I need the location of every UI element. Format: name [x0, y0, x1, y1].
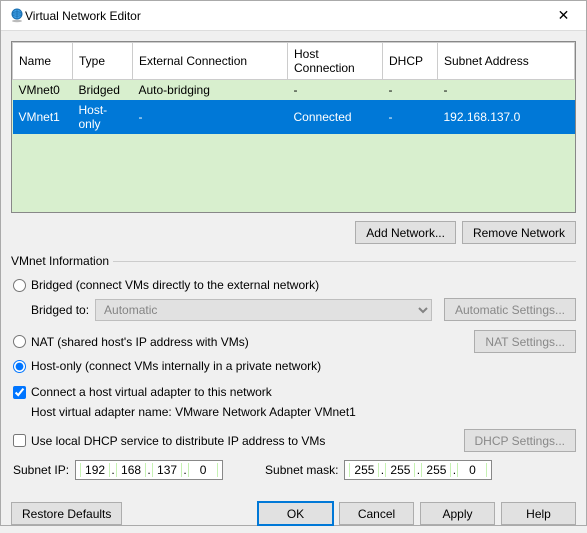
nat-radio[interactable] — [13, 335, 26, 348]
window-title: Virtual Network Editor — [25, 9, 541, 23]
adapter-name-value: VMware Network Adapter VMnet1 — [175, 405, 356, 419]
cell-type: Host-only — [73, 100, 133, 134]
automatic-settings-button: Automatic Settings... — [444, 298, 576, 321]
add-network-button[interactable]: Add Network... — [355, 221, 456, 244]
hostonly-radio-text: Host-only (connect VMs internally in a p… — [31, 359, 321, 373]
table-row[interactable]: VMnet0 Bridged Auto-bridging - - - — [13, 80, 575, 101]
col-name[interactable]: Name — [13, 43, 73, 80]
bridged-radio[interactable] — [13, 279, 26, 292]
restore-defaults-button[interactable]: Restore Defaults — [11, 502, 122, 525]
network-table[interactable]: Name Type External Connection Host Conne… — [11, 41, 576, 213]
dialog-button-bar: Restore Defaults OK Cancel Apply Help — [1, 494, 586, 533]
hostonly-radio[interactable] — [13, 360, 26, 373]
adapter-name-line: Host virtual adapter name: VMware Networ… — [31, 405, 576, 419]
subnet-mask-label: Subnet mask: — [265, 463, 338, 477]
col-dhcp[interactable]: DHCP — [383, 43, 438, 80]
vmnet-info-group: VMnet Information Bridged (connect VMs d… — [11, 254, 576, 486]
subnet-mask-octet-4[interactable] — [458, 463, 486, 477]
cell-subnet: 192.168.137.0 — [438, 100, 575, 134]
help-button[interactable]: Help — [501, 502, 576, 525]
close-icon: ✕ — [558, 7, 570, 24]
hostonly-radio-label[interactable]: Host-only (connect VMs internally in a p… — [13, 359, 321, 373]
titlebar: Virtual Network Editor ✕ — [1, 1, 586, 31]
adapter-name-prefix: Host virtual adapter name: — [31, 405, 175, 419]
col-type[interactable]: Type — [73, 43, 133, 80]
dhcp-settings-button: DHCP Settings... — [464, 429, 576, 452]
cancel-button[interactable]: Cancel — [339, 502, 414, 525]
apply-button[interactable]: Apply — [420, 502, 495, 525]
subnet-ip-octet-2[interactable] — [117, 463, 145, 477]
subnet-mask-octet-1[interactable] — [350, 463, 378, 477]
use-dhcp-checkbox-label[interactable]: Use local DHCP service to distribute IP … — [13, 434, 325, 448]
cell-dhcp: - — [383, 80, 438, 101]
connect-adapter-checkbox[interactable] — [13, 386, 26, 399]
connect-adapter-text: Connect a host virtual adapter to this n… — [31, 385, 272, 399]
cell-ext: - — [133, 100, 288, 134]
subnet-ip-octet-1[interactable] — [81, 463, 109, 477]
nat-radio-text: NAT (shared host's IP address with VMs) — [31, 335, 249, 349]
bridged-to-select: Automatic — [95, 299, 432, 321]
subnet-ip-label: Subnet IP: — [13, 463, 69, 477]
subnet-ip-input[interactable]: . . . — [75, 460, 223, 480]
vmnet-info-legend: VMnet Information — [11, 254, 113, 268]
nat-radio-label[interactable]: NAT (shared host's IP address with VMs) — [13, 335, 249, 349]
subnet-ip-octet-3[interactable] — [153, 463, 181, 477]
cell-name: VMnet0 — [13, 80, 73, 101]
table-row[interactable]: VMnet1 Host-only - Connected - 192.168.1… — [13, 100, 575, 134]
subnet-ip-octet-4[interactable] — [189, 463, 217, 477]
cell-host: Connected — [288, 100, 383, 134]
subnet-mask-input[interactable]: . . . — [344, 460, 492, 480]
use-dhcp-checkbox[interactable] — [13, 434, 26, 447]
connect-adapter-checkbox-label[interactable]: Connect a host virtual adapter to this n… — [13, 385, 272, 399]
remove-network-button[interactable]: Remove Network — [462, 221, 576, 244]
subnet-mask-octet-3[interactable] — [422, 463, 450, 477]
ok-button[interactable]: OK — [258, 502, 333, 525]
app-icon — [9, 8, 25, 24]
col-ext[interactable]: External Connection — [133, 43, 288, 80]
use-dhcp-text: Use local DHCP service to distribute IP … — [31, 434, 325, 448]
bridged-to-label: Bridged to: — [31, 303, 89, 317]
subnet-mask-octet-2[interactable] — [386, 463, 414, 477]
cell-name: VMnet1 — [13, 100, 73, 134]
cell-dhcp: - — [383, 100, 438, 134]
bridged-radio-text: Bridged (connect VMs directly to the ext… — [31, 278, 319, 292]
cell-type: Bridged — [73, 80, 133, 101]
cell-subnet: - — [438, 80, 575, 101]
nat-settings-button: NAT Settings... — [474, 330, 576, 353]
bridged-radio-label[interactable]: Bridged (connect VMs directly to the ext… — [13, 278, 319, 292]
col-host[interactable]: Host Connection — [288, 43, 383, 80]
cell-host: - — [288, 80, 383, 101]
cell-ext: Auto-bridging — [133, 80, 288, 101]
col-subnet[interactable]: Subnet Address — [438, 43, 575, 80]
close-button[interactable]: ✕ — [541, 1, 586, 31]
